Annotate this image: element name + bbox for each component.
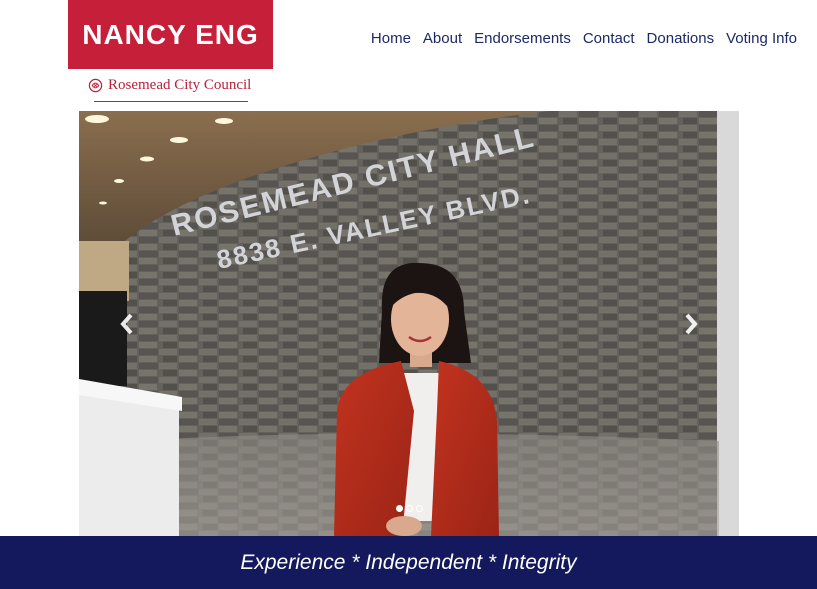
- slogan-text: Experience * Independent * Integrity: [240, 550, 577, 574]
- logo[interactable]: NANCY ENG: [68, 0, 273, 69]
- carousel-indicators: [79, 505, 739, 512]
- hero-carousel[interactable]: ROSEMEAD CITY HALL 8838 E. VALLEY BLVD.: [79, 111, 739, 536]
- nav-voting-info[interactable]: Voting Info: [720, 30, 797, 47]
- logo-text: NANCY ENG: [82, 18, 259, 50]
- hero-photo: ROSEMEAD CITY HALL 8838 E. VALLEY BLVD.: [79, 111, 739, 536]
- nav-about[interactable]: About: [417, 30, 468, 47]
- nav-contact[interactable]: Contact: [577, 30, 641, 47]
- main-nav: Home About Endorsements Contact Donation…: [365, 30, 797, 47]
- carousel-dot-3[interactable]: [415, 505, 423, 512]
- chevron-left-icon: [120, 313, 133, 335]
- carousel-dot-2[interactable]: [405, 505, 413, 512]
- subtitle-text: Rosemead City Council: [108, 77, 252, 93]
- carousel-dot-1[interactable]: [395, 505, 403, 512]
- slogan-banner: Experience * Independent * Integrity: [0, 536, 817, 589]
- carousel-next-button[interactable]: [678, 311, 704, 337]
- nav-donations[interactable]: Donations: [641, 30, 721, 47]
- chevron-right-icon: [685, 313, 698, 335]
- subtitle-divider: [94, 101, 248, 102]
- nav-endorsements[interactable]: Endorsements: [468, 30, 577, 47]
- nav-home[interactable]: Home: [365, 30, 417, 47]
- carousel-prev-button[interactable]: [114, 311, 140, 337]
- office-subtitle: Rosemead City Council: [88, 77, 251, 94]
- rose-icon: [88, 78, 103, 93]
